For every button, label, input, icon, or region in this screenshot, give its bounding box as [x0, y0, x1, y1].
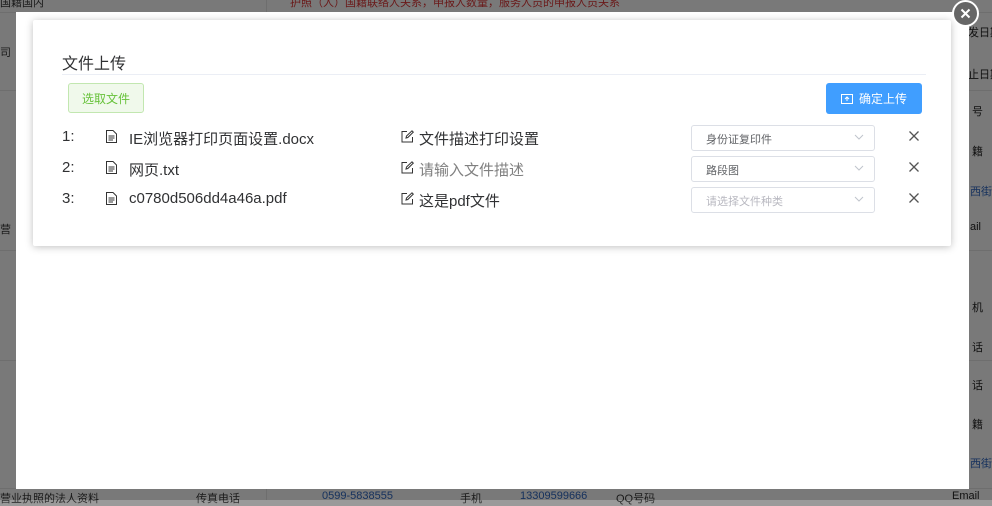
file-index: 3: — [62, 190, 75, 207]
file-category-placeholder: 请选择文件种类 — [706, 196, 783, 208]
file-index: 1: — [62, 128, 75, 145]
file-row: 2: 网页.txt 请输入文件描述 路段图 — [33, 153, 951, 183]
file-row: 1: IE浏览器打印页面设置.docx 文件描述打印设置 身份证复印件 — [33, 122, 951, 152]
select-file-button[interactable]: 选取文件 — [68, 83, 144, 113]
edit-icon[interactable] — [401, 192, 414, 205]
watermark: https://blog.csdn.net/qq_42265115 — [749, 473, 963, 489]
file-name: c0780d506dd4a46a.pdf — [129, 190, 287, 207]
chevron-down-icon — [854, 165, 864, 171]
edit-icon[interactable] — [401, 130, 414, 143]
edit-icon[interactable] — [401, 161, 414, 174]
file-index: 2: — [62, 159, 75, 176]
remove-icon[interactable] — [908, 130, 920, 142]
file-name: 网页.txt — [129, 162, 180, 179]
chevron-down-icon — [854, 134, 864, 140]
file-description[interactable]: 请输入文件描述 — [419, 159, 524, 180]
upload-card: 文件上传 选取文件 确定上传 1: IE浏览器打印页面设置.docx 文件描述打… — [33, 20, 951, 246]
dialog-title: 文件上传 — [62, 56, 127, 73]
chevron-down-icon — [854, 196, 864, 202]
file-icon — [106, 161, 117, 174]
file-category-value: 路段图 — [706, 165, 739, 177]
file-name: IE浏览器打印页面设置.docx — [129, 131, 315, 148]
title-divider — [62, 74, 926, 75]
close-dialog-button[interactable] — [952, 0, 979, 27]
file-category-select[interactable]: 请选择文件种类 — [691, 187, 875, 213]
confirm-upload-label: 确定上传 — [858, 92, 907, 106]
file-category-value: 身份证复印件 — [706, 134, 772, 146]
file-description[interactable]: 这是pdf文件 — [419, 190, 500, 211]
file-icon — [106, 192, 117, 205]
file-description[interactable]: 文件描述打印设置 — [419, 128, 539, 149]
remove-icon[interactable] — [908, 192, 920, 204]
confirm-upload-button[interactable]: 确定上传 — [826, 83, 922, 114]
file-row: 3: c0780d506dd4a46a.pdf 这是pdf文件 请选择文件种类 — [33, 184, 951, 214]
file-category-select[interactable]: 路段图 — [691, 156, 875, 182]
file-icon — [106, 130, 117, 143]
file-category-select[interactable]: 身份证复印件 — [691, 125, 875, 151]
remove-icon[interactable] — [908, 161, 920, 173]
upload-icon — [840, 94, 853, 104]
close-icon — [960, 8, 971, 19]
